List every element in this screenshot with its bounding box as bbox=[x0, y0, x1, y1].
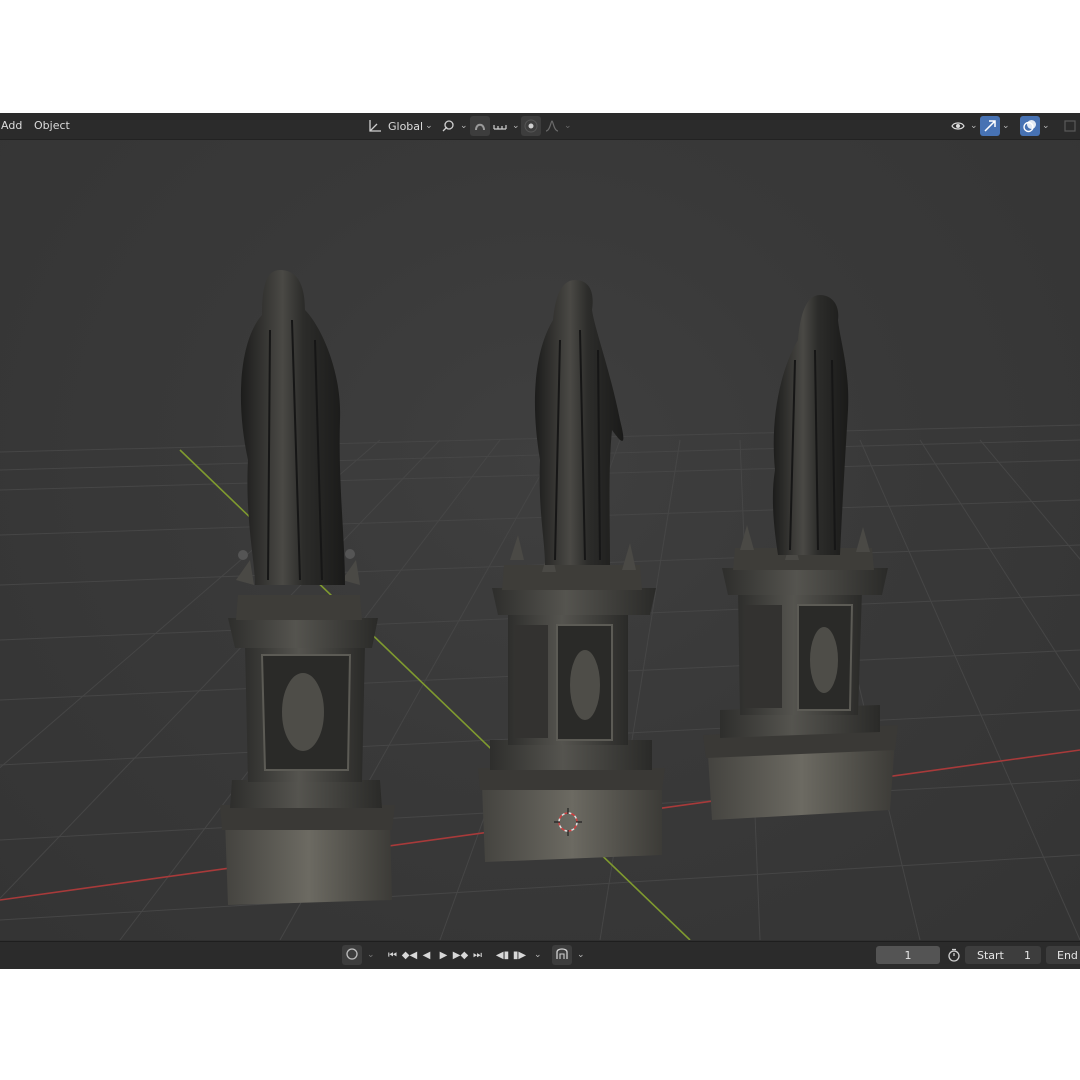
menu-object[interactable]: Object bbox=[34, 119, 70, 132]
play-icon[interactable]: ▶ bbox=[435, 946, 452, 964]
end-label: End bbox=[1057, 948, 1078, 962]
chevron-down-icon: ⌄ bbox=[564, 121, 572, 131]
proportional-edit-toggle[interactable] bbox=[521, 116, 541, 136]
chevron-down-icon[interactable]: ⌄ bbox=[577, 950, 585, 960]
playback-controls: ⏮ ◆◀ ◀ ▶ ▶◆ ⏭ bbox=[384, 946, 486, 964]
proportional-edit-icon bbox=[521, 116, 541, 136]
chevron-down-icon: ⌄ bbox=[512, 121, 520, 131]
menu-add[interactable]: Add bbox=[1, 119, 22, 132]
current-frame-field[interactable]: 1 bbox=[876, 946, 940, 964]
snap-increment-icon bbox=[490, 116, 510, 136]
visibility-dropdown[interactable]: ⌄ bbox=[948, 116, 978, 136]
timeline-bar: ⌄ ⏮ ◆◀ ◀ ▶ ▶◆ ⏭ ◀▮ ▮▶ ⌄ ⌄ 1 Start 1 End bbox=[0, 941, 1080, 969]
gizmo-icon bbox=[980, 116, 1000, 136]
falloff-dropdown[interactable]: ⌄ bbox=[542, 116, 572, 136]
jump-end-icon[interactable]: ⏭ bbox=[469, 946, 486, 964]
overlay-toggle[interactable]: ⌄ bbox=[1020, 116, 1050, 136]
chevron-down-icon[interactable]: ⌄ bbox=[367, 950, 375, 960]
current-frame-value: 1 bbox=[904, 948, 912, 962]
transform-orientation-label: Global bbox=[388, 119, 424, 133]
chevron-down-icon: ⌄ bbox=[970, 121, 978, 131]
chevron-down-icon: ⌄ bbox=[425, 121, 433, 131]
gizmo-toggle[interactable]: ⌄ bbox=[980, 116, 1010, 136]
snap-icon bbox=[470, 116, 490, 136]
pivot-icon bbox=[438, 116, 458, 136]
visibility-icon bbox=[948, 116, 968, 136]
statue-2[interactable] bbox=[478, 280, 665, 862]
snap-toggle[interactable] bbox=[470, 116, 490, 136]
chevron-down-icon: ⌄ bbox=[1042, 121, 1050, 131]
xray-icon bbox=[1060, 116, 1080, 136]
prev-keyframe-icon[interactable]: ◆◀ bbox=[401, 946, 418, 964]
prev-keyframe-icon[interactable]: ◀▮ bbox=[494, 946, 511, 964]
chevron-down-icon: ⌄ bbox=[1002, 121, 1010, 131]
start-value: 1 bbox=[1024, 948, 1031, 962]
xray-toggle[interactable] bbox=[1060, 116, 1080, 136]
3d-viewport[interactable] bbox=[0, 140, 1080, 940]
chevron-down-icon[interactable]: ⌄ bbox=[534, 950, 542, 960]
blender-window: Add Object Global ⌄ ⌄ ⌄ ⌄ ⌄ ⌄ ⌄ ⌄ ⏮ ◆◀ ◀… bbox=[0, 113, 1080, 969]
statue-1[interactable] bbox=[220, 270, 395, 905]
transform-orientation-icon bbox=[365, 116, 385, 136]
record-button[interactable] bbox=[342, 945, 362, 965]
keyframe-nav: ◀▮ ▮▶ ⌄ bbox=[494, 946, 542, 964]
next-keyframe-icon[interactable]: ▮▶ bbox=[511, 946, 528, 964]
snap-target-dropdown[interactable]: ⌄ bbox=[490, 116, 520, 136]
start-label: Start bbox=[977, 948, 1004, 962]
next-keyframe-icon[interactable]: ▶◆ bbox=[452, 946, 469, 964]
play-reverse-icon[interactable]: ◀ bbox=[418, 946, 435, 964]
falloff-icon bbox=[542, 116, 562, 136]
record-icon bbox=[345, 947, 359, 964]
overlay-icon bbox=[1020, 116, 1040, 136]
transform-orientation-dropdown[interactable]: Global ⌄ bbox=[365, 116, 433, 136]
viewport-canvas bbox=[0, 270, 1080, 940]
keying-icon bbox=[555, 947, 569, 964]
start-frame-field[interactable]: Start 1 bbox=[965, 946, 1041, 964]
chevron-down-icon: ⌄ bbox=[460, 121, 468, 131]
pivot-point-dropdown[interactable]: ⌄ bbox=[438, 116, 468, 136]
end-frame-field[interactable]: End bbox=[1046, 946, 1080, 964]
jump-start-icon[interactable]: ⏮ bbox=[384, 946, 401, 964]
timer-icon[interactable] bbox=[947, 946, 961, 964]
keying-button[interactable] bbox=[552, 945, 572, 965]
viewport-header: Add Object Global ⌄ ⌄ ⌄ ⌄ ⌄ ⌄ ⌄ bbox=[0, 113, 1080, 140]
